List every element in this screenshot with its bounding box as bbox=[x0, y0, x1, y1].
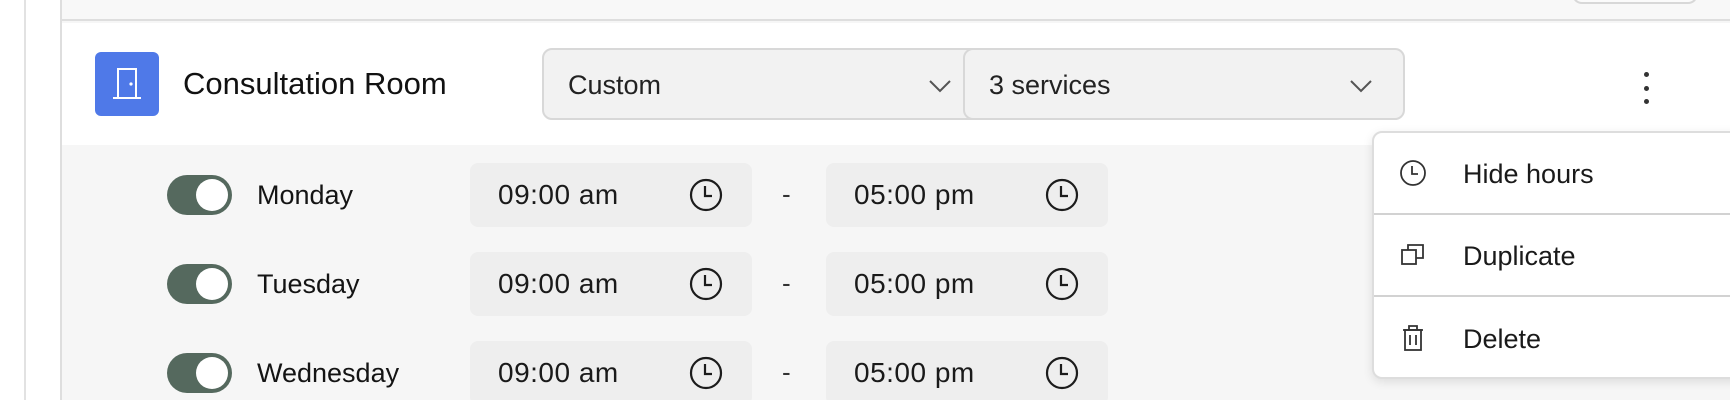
start-time-field[interactable]: 09:00 am bbox=[470, 341, 752, 400]
clock-icon[interactable] bbox=[1044, 355, 1080, 391]
start-time-value: 09:00 am bbox=[498, 268, 619, 299]
day-toggle[interactable] bbox=[167, 264, 232, 304]
menu-item-hide-hours[interactable]: Hide hours bbox=[1374, 133, 1730, 215]
room-card: Consultation Room Custom 3 services Mond… bbox=[60, 0, 1730, 400]
chevron-down-icon bbox=[929, 80, 951, 93]
schedule-select-value: Custom bbox=[568, 70, 662, 100]
time-separator: - bbox=[782, 357, 791, 387]
end-time-field[interactable]: 05:00 pm bbox=[826, 163, 1108, 227]
previous-card-button[interactable] bbox=[1572, 0, 1698, 4]
time-separator: - bbox=[782, 179, 791, 209]
start-time-value: 09:00 am bbox=[498, 179, 619, 210]
duplicate-icon bbox=[1401, 244, 1424, 265]
end-time-value: 05:00 pm bbox=[854, 179, 975, 210]
clock-icon[interactable] bbox=[688, 266, 724, 302]
day-toggle[interactable] bbox=[167, 353, 232, 393]
menu-item-duplicate[interactable]: Duplicate bbox=[1374, 215, 1730, 297]
services-select[interactable]: 3 services bbox=[963, 48, 1405, 120]
clock-icon[interactable] bbox=[688, 355, 724, 391]
room-options-menu: Hide hours Duplicate Delete bbox=[1372, 131, 1730, 379]
clock-icon bbox=[1400, 160, 1426, 186]
room-name: Consultation Room bbox=[183, 66, 447, 101]
day-label: Wednesday bbox=[257, 358, 400, 388]
clock-icon[interactable] bbox=[1044, 177, 1080, 213]
end-time-value: 05:00 pm bbox=[854, 357, 975, 388]
menu-item-label: Hide hours bbox=[1463, 159, 1594, 189]
more-options-icon[interactable] bbox=[1634, 68, 1658, 108]
clock-icon[interactable] bbox=[1044, 266, 1080, 302]
services-select-value: 3 services bbox=[989, 70, 1111, 100]
start-time-field[interactable]: 09:00 am bbox=[470, 163, 752, 227]
end-time-field[interactable]: 05:00 pm bbox=[826, 252, 1108, 316]
menu-item-label: Delete bbox=[1463, 324, 1542, 354]
end-time-field[interactable]: 05:00 pm bbox=[826, 341, 1108, 400]
end-time-value: 05:00 pm bbox=[854, 268, 975, 299]
chevron-down-icon bbox=[1350, 80, 1372, 93]
clock-icon[interactable] bbox=[688, 177, 724, 213]
left-rail bbox=[0, 0, 26, 400]
day-label: Monday bbox=[257, 180, 354, 210]
menu-item-delete[interactable]: Delete bbox=[1374, 298, 1730, 377]
schedule-select[interactable]: Custom bbox=[542, 48, 984, 120]
day-toggle[interactable] bbox=[167, 175, 232, 215]
previous-card-edge bbox=[62, 0, 1730, 21]
door-icon bbox=[95, 52, 159, 116]
day-label: Tuesday bbox=[257, 269, 360, 299]
start-time-field[interactable]: 09:00 am bbox=[470, 252, 752, 316]
trash-icon bbox=[1403, 325, 1423, 351]
room-header: Consultation Room Custom 3 services bbox=[62, 23, 1730, 145]
time-separator: - bbox=[782, 268, 791, 298]
page: Consultation Room Custom 3 services Mond… bbox=[0, 0, 1730, 400]
start-time-value: 09:00 am bbox=[498, 357, 619, 388]
menu-item-label: Duplicate bbox=[1463, 241, 1576, 271]
